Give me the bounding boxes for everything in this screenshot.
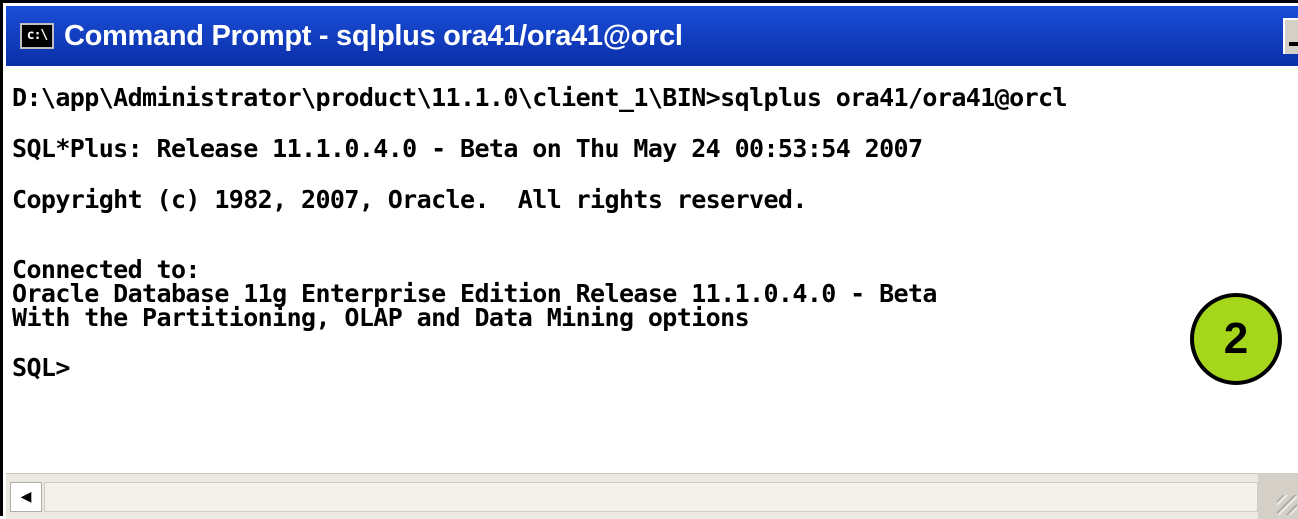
- cmd-console-icon[interactable]: c:\: [20, 23, 54, 49]
- title-bar[interactable]: c:\ Command Prompt - sqlplus ora41/ora41…: [6, 6, 1298, 66]
- minimize-button[interactable]: [1283, 18, 1298, 54]
- scroll-left-arrow-icon[interactable]: ◀: [10, 482, 42, 512]
- horizontal-scrollbar[interactable]: ◀: [6, 473, 1258, 519]
- console-line-copyright: Copyright (c) 1982, 2007, Oracle. All ri…: [12, 185, 807, 214]
- console-line-options: With the Partitioning, OLAP and Data Min…: [12, 303, 750, 332]
- step-number-badge: 2: [1190, 293, 1282, 385]
- console-line-command: D:\app\Administrator\product\11.1.0\clie…: [12, 83, 1068, 112]
- console-line-prompt: SQL>: [12, 353, 70, 382]
- console-output[interactable]: D:\app\Administrator\product\11.1.0\clie…: [6, 66, 1298, 471]
- command-prompt-window: c:\ Command Prompt - sqlplus ora41/ora41…: [0, 0, 1298, 519]
- window-title: Command Prompt - sqlplus ora41/ora41@orc…: [64, 19, 683, 52]
- console-line-release: SQL*Plus: Release 11.1.0.4.0 - Beta on T…: [12, 134, 923, 163]
- resize-grip[interactable]: [1258, 473, 1298, 519]
- scroll-track[interactable]: [44, 482, 1258, 512]
